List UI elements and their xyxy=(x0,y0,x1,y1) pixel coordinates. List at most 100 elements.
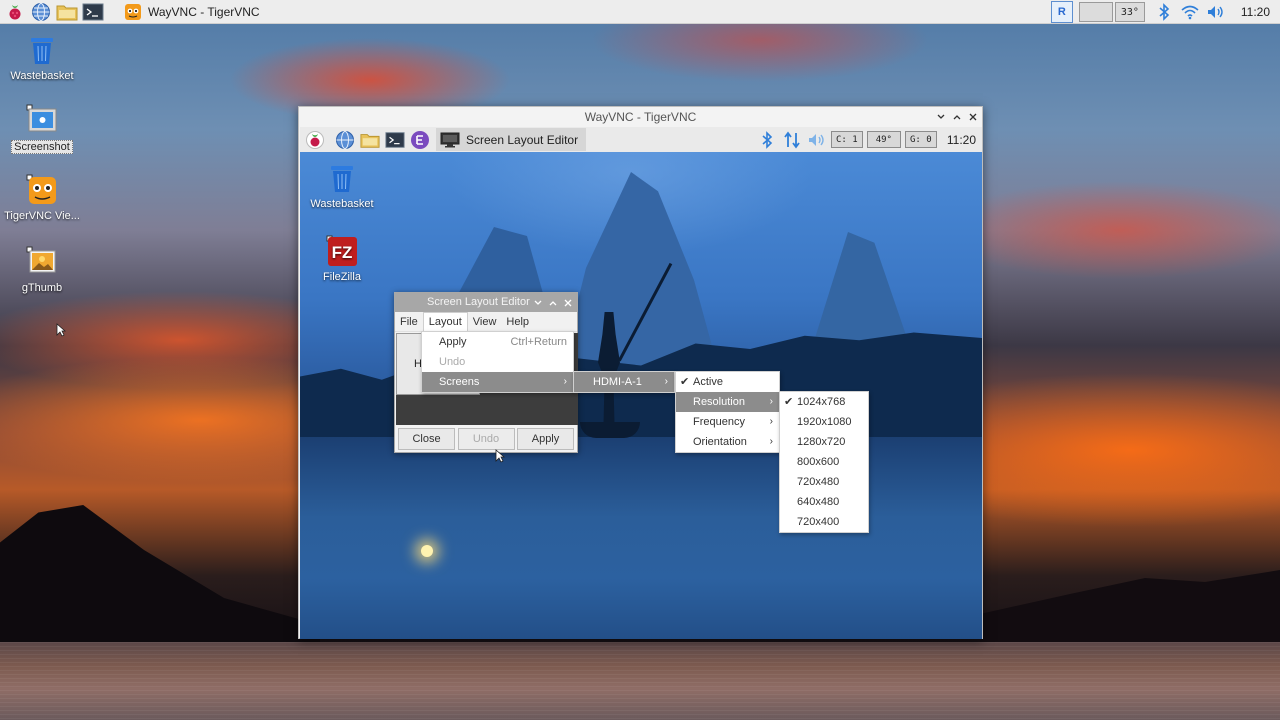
gpu-value: G: 0 xyxy=(910,134,932,145)
tigervnc-icon xyxy=(26,174,58,206)
minimize-icon[interactable] xyxy=(533,298,543,308)
output-menu: ✔ Active Resolution › Frequency › Orient… xyxy=(675,371,780,453)
desktop-icon-screenshot[interactable]: Screenshot xyxy=(0,104,84,154)
menu-file[interactable]: File xyxy=(395,312,423,332)
menu-item-frequency[interactable]: Frequency › xyxy=(676,412,779,432)
bluetooth-icon[interactable] xyxy=(757,130,777,150)
filezilla-icon: FZ xyxy=(326,235,358,267)
taskbar-tray: R 33° 11:20 xyxy=(1047,0,1280,24)
screen-layout-editor-titlebar[interactable]: Screen Layout Editor xyxy=(395,293,577,312)
menu-item-screens[interactable]: Screens › xyxy=(422,372,573,392)
wastebasket-icon xyxy=(26,34,58,66)
menu-item-label: Screens xyxy=(439,376,480,388)
volume-icon[interactable] xyxy=(1205,1,1227,23)
menu-layout[interactable]: Layout xyxy=(422,312,468,331)
menu-item-resolution-option[interactable]: 1920x1080 xyxy=(780,412,868,432)
remote-clock[interactable]: 11:20 xyxy=(947,133,976,147)
menu-item-apply[interactable]: Apply Ctrl+Return xyxy=(422,332,573,352)
taskbar-clock[interactable]: 11:20 xyxy=(1241,5,1270,19)
volume-icon[interactable] xyxy=(807,130,827,150)
raspberry-menu-icon[interactable] xyxy=(305,130,325,150)
maximize-icon[interactable] xyxy=(952,112,962,122)
wallpaper-sea xyxy=(0,642,1280,720)
menu-item-hdmi-a-1[interactable]: HDMI-A-1 › xyxy=(574,372,674,392)
taskbar-task-title: WayVNC - TigerVNC xyxy=(148,4,260,19)
menu-item-resolution[interactable]: Resolution › xyxy=(676,392,779,412)
remote-desktop-icon-wastebasket[interactable]: Wastebasket xyxy=(302,162,382,210)
menu-item-label: Apply xyxy=(439,336,467,348)
terminal-icon[interactable] xyxy=(82,1,104,23)
chevron-right-icon: › xyxy=(769,416,773,427)
menu-item-label: 800x600 xyxy=(797,456,840,468)
menu-item-orientation[interactable]: Orientation › xyxy=(676,432,779,452)
desktop-icon-label: TigerVNC Vie... xyxy=(4,210,80,222)
desktop-icon-label: gThumb xyxy=(21,282,63,294)
menu-item-label: 640x480 xyxy=(797,496,840,508)
emacs-icon[interactable] xyxy=(410,130,430,150)
gthumb-icon xyxy=(26,246,58,278)
remote-desktop-icon-label: FileZilla xyxy=(323,271,361,283)
menu-item-resolution-option[interactable]: 640x480 xyxy=(780,492,868,512)
minimize-icon[interactable] xyxy=(936,112,946,122)
menu-item-resolution-option[interactable]: 800x600 xyxy=(780,452,868,472)
menu-item-resolution-option[interactable]: 720x480 xyxy=(780,472,868,492)
remote-task-screen-layout-editor[interactable]: Screen Layout Editor xyxy=(436,128,587,151)
screen-layout-editor-title: Screen Layout Editor xyxy=(427,296,530,308)
menu-item-shortcut: Ctrl+Return xyxy=(510,336,567,348)
mouse-cursor-icon xyxy=(495,449,506,466)
close-icon[interactable] xyxy=(968,112,978,122)
wallpaper-lantern xyxy=(421,545,433,557)
monitor-icon xyxy=(440,132,460,147)
menu-item-label: Frequency xyxy=(693,416,745,428)
chevron-right-icon: › xyxy=(769,396,773,407)
undo-button[interactable]: Undo xyxy=(457,428,515,450)
menu-item-label: 1024x768 xyxy=(797,396,846,408)
menu-view[interactable]: View xyxy=(468,312,502,332)
remote-tray: C: 1 49° G: 0 11:20 xyxy=(752,127,976,152)
network-updown-icon[interactable] xyxy=(782,130,802,150)
menu-item-label: 1280x720 xyxy=(797,436,846,448)
menu-item-label: Resolution xyxy=(693,396,745,408)
raspberry-menu-icon[interactable] xyxy=(4,1,26,23)
terminal-icon[interactable] xyxy=(385,130,405,150)
menu-item-label: HDMI-A-1 xyxy=(593,376,642,388)
desktop-icon-gthumb[interactable]: gThumb xyxy=(0,246,84,294)
chevron-right-icon: › xyxy=(664,376,668,387)
apply-button[interactable]: Apply xyxy=(517,428,574,450)
menubar: File Layout View Help xyxy=(395,312,577,332)
close-icon[interactable] xyxy=(563,298,573,308)
gpu-monitor: G: 0 xyxy=(904,131,937,148)
desktop-icon-label: Screenshot xyxy=(11,140,73,154)
maximize-icon[interactable] xyxy=(548,298,558,308)
desktop-icon-tigervnc[interactable]: TigerVNC Vie... xyxy=(0,174,84,222)
menu-item-active[interactable]: ✔ Active xyxy=(676,372,779,392)
file-manager-icon[interactable] xyxy=(56,1,78,23)
web-browser-icon[interactable] xyxy=(30,1,52,23)
remote-desktop-icon-label: Wastebasket xyxy=(310,198,374,210)
vnc-window-titlebar[interactable]: WayVNC - TigerVNC xyxy=(299,107,982,127)
menu-item-resolution-option[interactable]: 720x400 xyxy=(780,512,868,532)
screens-menu: HDMI-A-1 › xyxy=(573,371,675,393)
tigervnc-icon xyxy=(125,3,141,20)
wallpaper-river xyxy=(300,437,982,639)
remote-desktop-icon-filezilla[interactable]: FZ FileZilla xyxy=(302,235,382,283)
desktop-icon-wastebasket[interactable]: Wastebasket xyxy=(0,34,84,82)
wastebasket-icon xyxy=(326,162,358,194)
file-manager-icon[interactable] xyxy=(360,130,380,150)
resolution-menu: ✔ 1024x768 1920x1080 1280x720 800x600 72… xyxy=(779,391,869,533)
wifi-icon[interactable] xyxy=(1179,1,1201,23)
checkmark-icon: ✔ xyxy=(680,376,690,388)
remote-vnc-icon[interactable]: R xyxy=(1050,1,1073,23)
web-browser-icon[interactable] xyxy=(335,130,355,150)
menu-item-undo[interactable]: Undo xyxy=(422,352,573,372)
chevron-right-icon: › xyxy=(769,436,773,447)
cpu-usage-monitor xyxy=(1078,2,1113,22)
menu-help[interactable]: Help xyxy=(501,312,534,332)
dialog-buttons: Close Undo Apply xyxy=(395,425,577,453)
layout-menu: Apply Ctrl+Return Undo Screens › xyxy=(421,331,574,393)
close-button[interactable]: Close xyxy=(398,428,455,450)
taskbar-task-tigervnc[interactable]: WayVNC - TigerVNC xyxy=(118,0,266,24)
menu-item-resolution-option[interactable]: ✔ 1024x768 xyxy=(780,392,868,412)
bluetooth-icon[interactable] xyxy=(1153,1,1175,23)
menu-item-resolution-option[interactable]: 1280x720 xyxy=(780,432,868,452)
